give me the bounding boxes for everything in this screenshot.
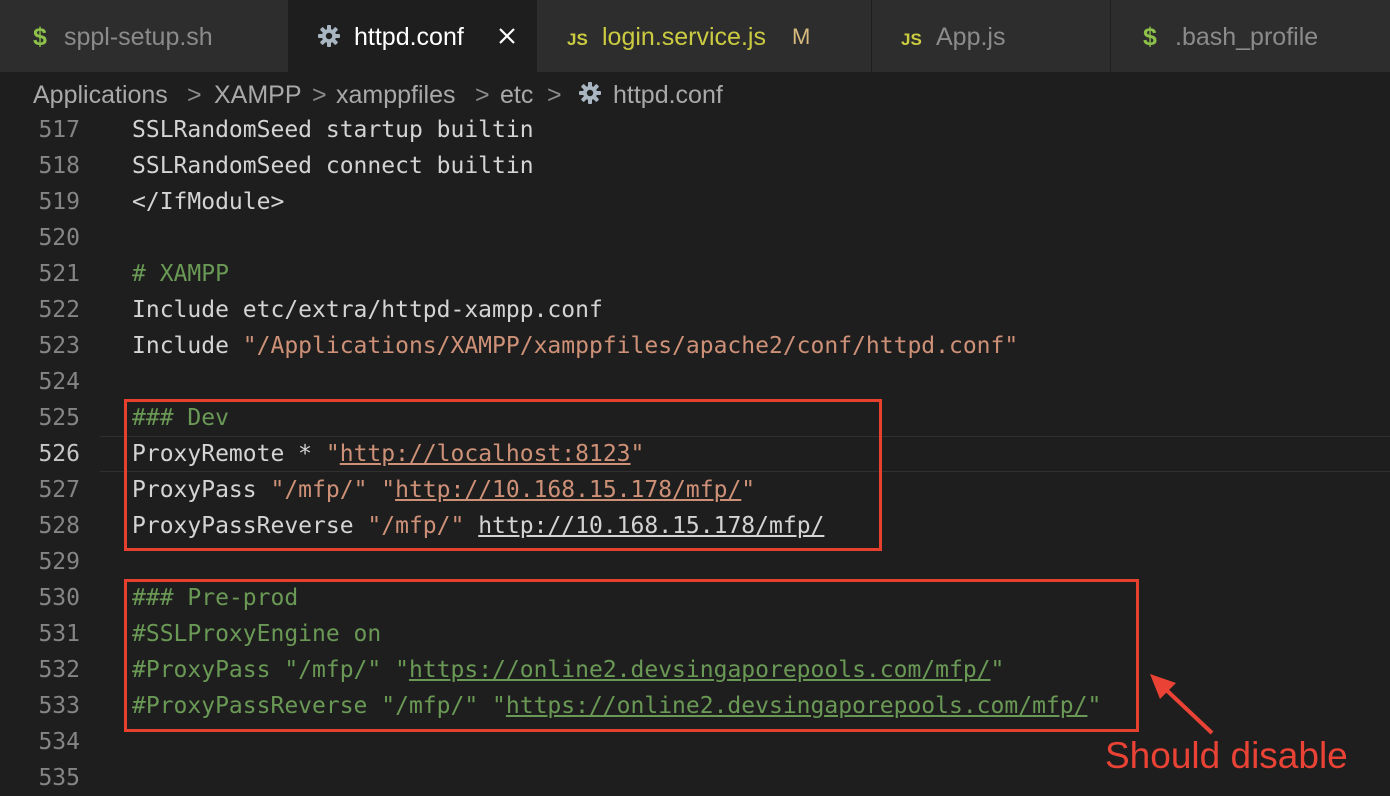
annotation-arrow (1150, 674, 1214, 735)
annotation-label: Should disable (1105, 735, 1348, 776)
